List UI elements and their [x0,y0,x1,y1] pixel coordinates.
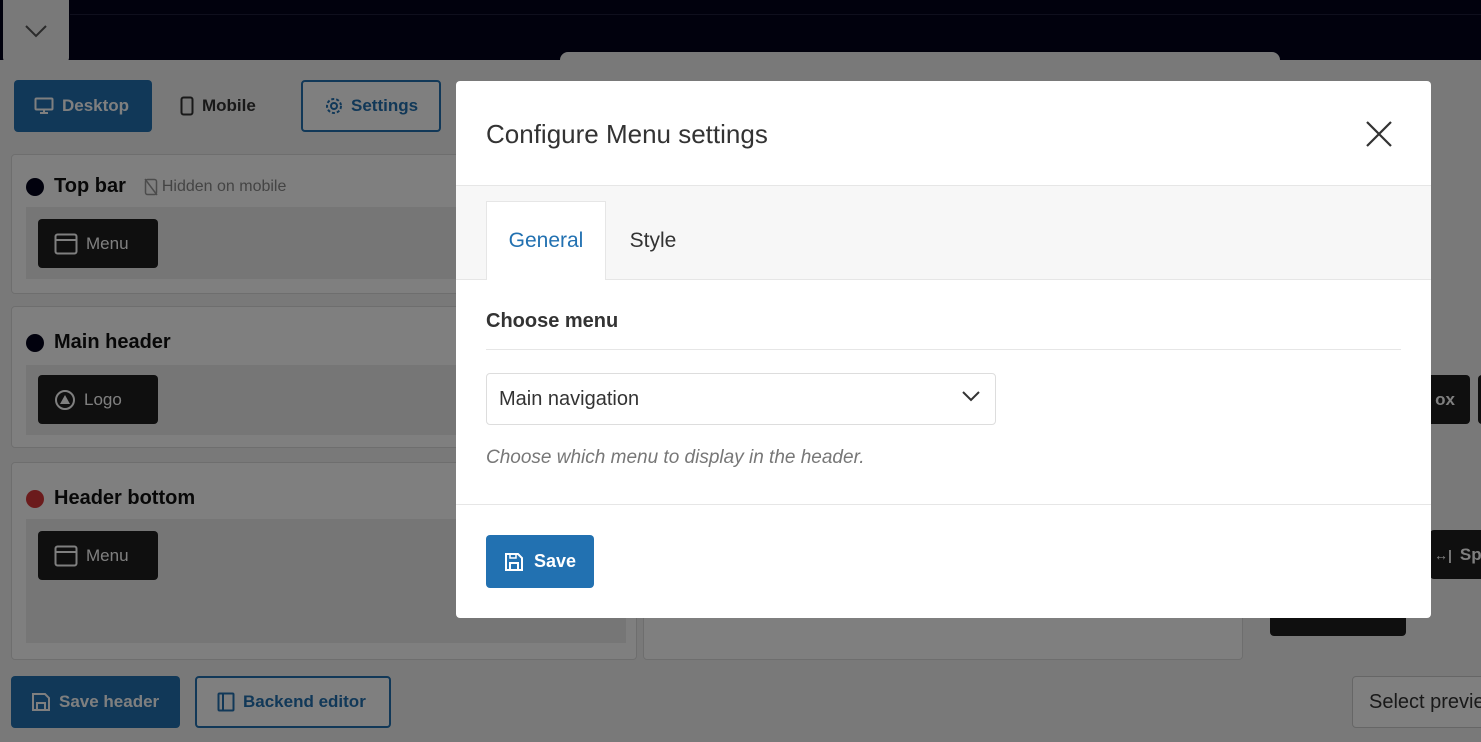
configure-menu-modal: Configure Menu settings General Style Ch… [456,81,1431,618]
choose-menu-label: Choose menu [486,310,619,332]
modal-header: Configure Menu settings [456,81,1431,186]
chevron-down-icon [962,391,980,402]
section-divider [486,349,1401,350]
close-button[interactable] [1360,115,1398,153]
menu-select[interactable]: Main navigation [486,373,996,425]
tab-label: General [508,229,584,252]
save-label: Save [533,551,577,571]
menu-select-value: Main navigation [499,387,640,410]
help-text: Choose which menu to display in the head… [486,447,865,468]
floppy-disk-icon [504,552,523,571]
save-button[interactable]: Save [486,535,594,588]
close-icon [1366,121,1392,147]
tab-bar: General Style [456,186,1431,280]
modal-title: Configure Menu settings [486,119,768,149]
footer-divider [456,504,1431,505]
tab-general[interactable]: General [486,201,606,280]
tab-label: Style [629,228,677,252]
tab-style[interactable]: Style [616,201,690,280]
